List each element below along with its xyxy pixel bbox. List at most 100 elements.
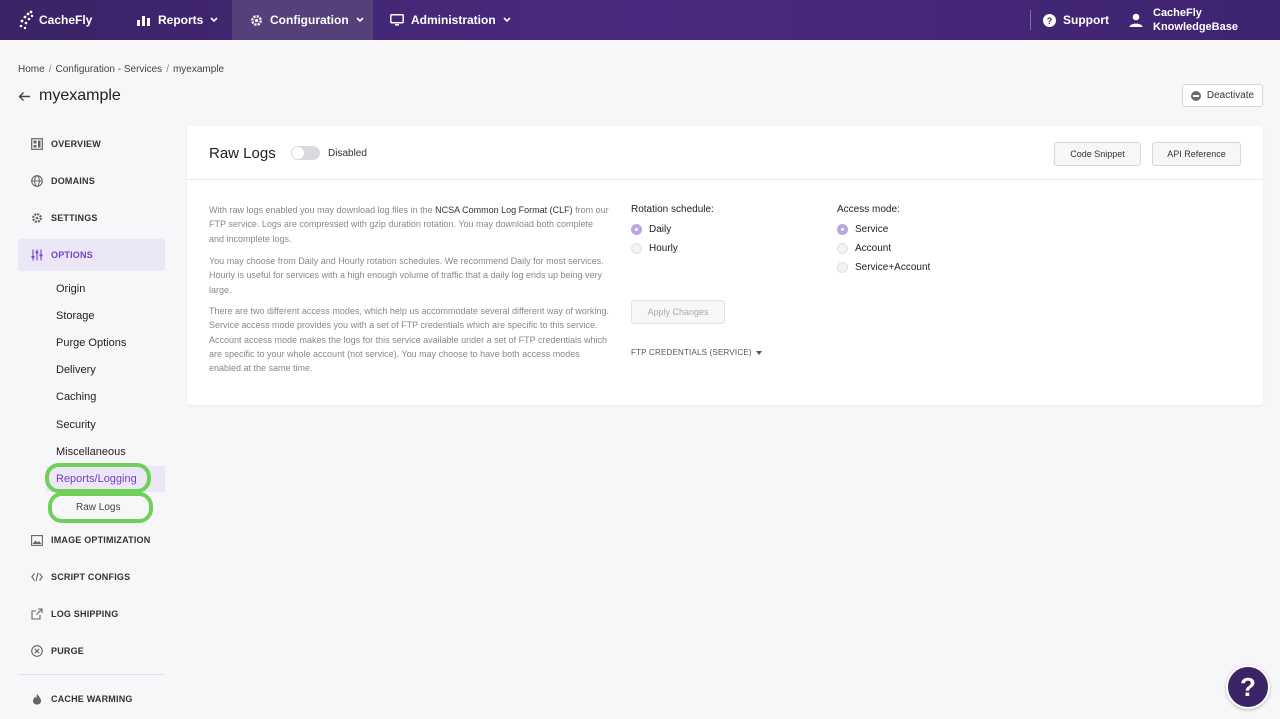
raw-logs-card: Raw Logs Disabled Code Snippet API Refer… — [187, 126, 1263, 405]
logo-text: CacheFly — [39, 13, 93, 27]
radio-label: Service+Account — [855, 262, 931, 273]
breadcrumb-separator: / — [166, 64, 169, 75]
nav-support-label: Support — [1063, 13, 1109, 27]
cachefly-logo-icon — [19, 10, 34, 30]
breadcrumb-separator: / — [48, 64, 52, 75]
page-header: myexample — [18, 87, 121, 105]
nav-reports-label: Reports — [158, 13, 204, 27]
ftp-credentials-toggle[interactable]: FTP CREDENTIALS (SERVICE) — [631, 348, 762, 357]
sidebar-item-overview[interactable]: OVERVIEW — [18, 128, 165, 160]
radio-label: Service — [855, 224, 889, 235]
nav-administration[interactable]: Administration — [390, 0, 511, 40]
toggle-knob — [292, 147, 304, 159]
sliders-icon — [31, 249, 43, 261]
caret-down-icon — [755, 350, 762, 355]
radio-service-account[interactable] — [837, 262, 848, 273]
minus-circle-icon — [1190, 90, 1201, 101]
radio-account[interactable] — [837, 243, 848, 254]
chevron-down-icon — [503, 17, 511, 23]
user-name-line2: KnowledgeBase — [1153, 21, 1238, 33]
raw-logs-toggle[interactable] — [291, 146, 320, 160]
rotation-option-hourly[interactable]: Hourly — [631, 243, 678, 254]
nav-reports[interactable]: Reports — [137, 0, 218, 40]
cachefly-logo[interactable]: CacheFly — [18, 6, 92, 34]
breadcrumb-configuration-services[interactable]: Configuration - Services — [55, 64, 162, 75]
deactivate-button[interactable]: Deactivate — [1182, 84, 1263, 107]
overview-icon — [31, 138, 43, 150]
nav-configuration-label: Configuration — [270, 13, 349, 27]
nav-divider — [1030, 10, 1031, 30]
deactivate-label: Deactivate — [1206, 90, 1255, 101]
sidebar-item-label: PURGE — [51, 646, 85, 656]
sidebar-sub-delivery[interactable]: Delivery — [56, 364, 96, 376]
sidebar-sub-purge-options[interactable]: Purge Options — [56, 337, 126, 349]
close-circle-icon — [31, 645, 43, 657]
page-title: myexample — [39, 87, 121, 104]
sidebar-sub-origin[interactable]: Origin — [56, 283, 85, 295]
highlight-ring-raw-logs — [48, 492, 153, 523]
sidebar-sub-caching[interactable]: Caching — [56, 391, 96, 403]
access-option-service[interactable]: Service — [837, 224, 888, 235]
monitor-icon — [390, 14, 404, 26]
help-circle-icon: ? — [1043, 13, 1056, 27]
card-title: Raw Logs — [209, 145, 276, 162]
description-paragraph-2: You may choose from Daily and Hourly rot… — [209, 256, 604, 295]
sidebar-item-domains[interactable]: DOMAINS — [18, 165, 165, 197]
breadcrumb: Home / Configuration - Services / myexam… — [18, 64, 224, 75]
sidebar-item-log-shipping[interactable]: LOG SHIPPING — [18, 598, 165, 630]
radio-service[interactable] — [837, 224, 848, 235]
flame-icon — [31, 693, 43, 705]
bar-chart-icon — [137, 16, 150, 26]
nav-support[interactable]: ? Support — [1043, 0, 1109, 40]
back-arrow-icon[interactable] — [18, 91, 31, 102]
globe-icon — [31, 175, 43, 187]
apply-changes-button[interactable]: Apply Changes — [631, 300, 725, 324]
sidebar-item-settings[interactable]: SETTINGS — [18, 202, 165, 234]
sidebar-sub-miscellaneous[interactable]: Miscellaneous — [56, 446, 126, 458]
access-mode-label: Access mode: — [837, 204, 900, 215]
sidebar-item-label: SETTINGS — [51, 213, 98, 223]
radio-label: Account — [855, 243, 892, 254]
sidebar-item-script-configs[interactable]: SCRIPT CONFIGS — [18, 561, 165, 593]
rotation-schedule-label: Rotation schedule: — [631, 204, 714, 215]
sidebar-item-label: IMAGE OPTIMIZATION — [51, 535, 151, 545]
sidebar-item-label: OVERVIEW — [51, 139, 101, 149]
sidebar-sub-storage[interactable]: Storage — [56, 310, 95, 322]
code-snippet-button[interactable]: Code Snippet — [1054, 142, 1141, 166]
clf-link-text: NCSA Common Log Format (CLF) — [435, 205, 573, 215]
sidebar-item-image-optimization[interactable]: IMAGE OPTIMIZATION — [18, 524, 165, 556]
user-icon — [1129, 13, 1143, 27]
gear-icon — [251, 14, 262, 26]
sidebar-item-cache-warming[interactable]: CACHE WARMING — [18, 683, 165, 715]
svg-text:?: ? — [1047, 16, 1053, 26]
radio-hourly[interactable] — [631, 243, 642, 254]
card-header: Raw Logs Disabled Code Snippet API Refer… — [187, 126, 1263, 180]
radio-label: Daily — [649, 224, 672, 235]
sidebar-item-purge[interactable]: PURGE — [18, 635, 165, 667]
ftp-credentials-label: FTP CREDENTIALS (SERVICE) — [631, 348, 752, 357]
sidebar-item-label: CACHE WARMING — [51, 694, 133, 704]
sidebar-item-label: DOMAINS — [51, 176, 95, 186]
help-button[interactable]: ? — [1226, 665, 1270, 709]
access-option-account[interactable]: Account — [837, 243, 891, 254]
api-reference-button[interactable]: API Reference — [1152, 142, 1241, 166]
access-option-service-account[interactable]: Service+Account — [837, 262, 930, 273]
sidebar-item-label: OPTIONS — [51, 250, 93, 260]
top-nav: CacheFly Reports Configuration Administr… — [0, 0, 1280, 40]
external-link-icon — [31, 608, 43, 620]
description-paragraph-1: With raw logs enabled you may download l… — [209, 203, 609, 246]
user-name-line1: CacheFly — [1153, 7, 1202, 19]
radio-daily[interactable] — [631, 224, 642, 235]
sidebar-sub-security[interactable]: Security — [56, 419, 96, 431]
breadcrumb-home[interactable]: Home — [18, 64, 45, 75]
sidebar-item-label: SCRIPT CONFIGS — [51, 572, 131, 582]
nav-user-menu[interactable]: CacheFly KnowledgeBase — [1129, 0, 1238, 40]
nav-configuration[interactable]: Configuration — [232, 0, 373, 40]
chevron-down-icon — [356, 17, 364, 23]
image-icon — [31, 534, 43, 546]
sidebar-item-label: LOG SHIPPING — [51, 609, 119, 619]
sidebar-item-options[interactable]: OPTIONS — [18, 239, 165, 271]
chevron-down-icon — [210, 17, 218, 23]
description-paragraph-3: There are two different access modes, wh… — [209, 306, 609, 374]
rotation-option-daily[interactable]: Daily — [631, 224, 671, 235]
